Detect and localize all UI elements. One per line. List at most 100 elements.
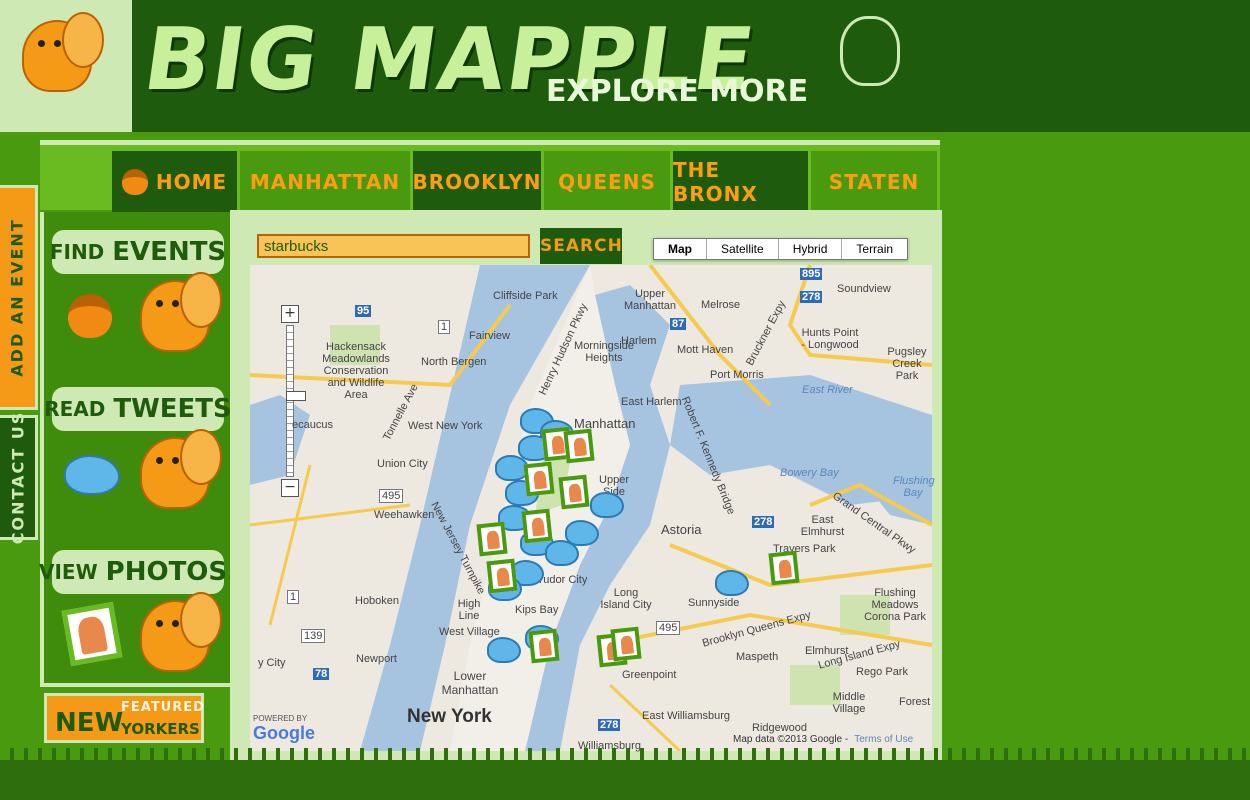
map-label: Weehawken bbox=[374, 509, 435, 521]
map-label: North Bergen bbox=[421, 356, 487, 368]
map-label: Melrose bbox=[701, 299, 741, 311]
map-label-city: New York bbox=[407, 706, 492, 727]
map-label: Cliffside Park bbox=[493, 290, 558, 302]
contact-us-tab[interactable]: CONTACT US bbox=[0, 411, 38, 544]
tab-home[interactable]: HOME bbox=[112, 151, 237, 213]
highway-shield: 1 bbox=[438, 320, 451, 334]
highway-shield: 495 bbox=[379, 489, 404, 503]
read-tweets-small: READ bbox=[44, 397, 106, 421]
read-tweets-button[interactable]: READ TWEETS bbox=[44, 387, 232, 431]
highway-shield: 895 bbox=[800, 268, 823, 280]
map-label: Rego Park bbox=[856, 666, 908, 678]
map-label: Maspeth bbox=[736, 651, 779, 663]
squirrel-icon bbox=[140, 272, 222, 352]
map-label: Ridgewood bbox=[752, 722, 808, 734]
squirrel-icon bbox=[22, 12, 104, 92]
map-label: ecaucus bbox=[292, 419, 333, 431]
bird-icon bbox=[64, 455, 120, 495]
search-input[interactable] bbox=[257, 234, 530, 258]
map-label: Lower Manhattan bbox=[441, 669, 499, 697]
acorn-icon bbox=[121, 169, 148, 195]
photo-marker-icon[interactable] bbox=[610, 626, 642, 662]
map-label: Hunts Point - Longwood bbox=[801, 327, 859, 351]
find-events-big: EVENTS bbox=[112, 237, 227, 267]
tab-label: HOME bbox=[155, 170, 228, 194]
map-label: Hoboken bbox=[355, 595, 400, 607]
zoom-slider-handle[interactable] bbox=[286, 391, 306, 401]
zoom-in-icon[interactable]: + bbox=[281, 305, 299, 323]
photo-marker-icon[interactable] bbox=[521, 508, 553, 544]
zoom-control: + − bbox=[281, 305, 306, 497]
tweet-marker-icon[interactable] bbox=[565, 520, 599, 546]
highway-shield: 1 bbox=[287, 590, 300, 604]
photo-marker-icon[interactable] bbox=[768, 550, 800, 586]
photo-marker-icon[interactable] bbox=[563, 428, 595, 464]
view-photos-small: VIEW bbox=[39, 560, 98, 584]
map-label: Fairview bbox=[469, 330, 510, 342]
squirrel-logo[interactable] bbox=[0, 0, 132, 132]
featured-new: NEW bbox=[55, 708, 124, 738]
tab-label: MANHATTAN bbox=[249, 170, 401, 194]
add-event-label: ADD AN EVENT bbox=[8, 218, 27, 377]
map-type-control: Map Satellite Hybrid Terrain bbox=[653, 238, 909, 260]
featured-new-yorkers-button[interactable]: NEW FEATURED YORKERS bbox=[44, 693, 204, 743]
photo-marker-icon[interactable] bbox=[528, 628, 560, 664]
photo-marker-icon[interactable] bbox=[476, 521, 508, 557]
left-panel: FIND EVENTS READ TWEETS VIEW PHOTOS. bbox=[39, 212, 237, 687]
map-label: Flushing Meadows Corona Park bbox=[864, 587, 926, 623]
map-label: Tudor City bbox=[537, 574, 588, 586]
site-tagline: EXPLORE MORE bbox=[546, 74, 809, 109]
terms-of-use-link[interactable]: Terms of Use bbox=[854, 734, 913, 745]
featured-yorkers: YORKERS bbox=[121, 720, 200, 738]
google-logo[interactable]: POWERED BY Google bbox=[253, 714, 315, 744]
highway-shield: 87 bbox=[670, 318, 687, 330]
tab-manhattan[interactable]: MANHATTAN bbox=[240, 151, 410, 213]
search-button[interactable]: SEARCH bbox=[540, 228, 622, 264]
photo-marker-icon[interactable] bbox=[486, 558, 518, 594]
map-label: Kips Bay bbox=[515, 604, 559, 616]
find-events-button[interactable]: FIND EVENTS bbox=[50, 230, 227, 274]
tweet-marker-icon[interactable] bbox=[590, 492, 624, 518]
map-label: Newport bbox=[356, 653, 397, 665]
zoom-slider[interactable] bbox=[286, 325, 306, 477]
photo-marker-icon[interactable] bbox=[558, 474, 590, 510]
tab-queens[interactable]: QUEENS bbox=[544, 151, 670, 213]
photo-icon bbox=[61, 601, 123, 667]
acorn-icon bbox=[68, 294, 112, 338]
map-label: Pugsley Creek Park bbox=[887, 346, 927, 382]
highway-shield: 278 bbox=[752, 516, 775, 528]
view-photos-illustration bbox=[52, 592, 224, 680]
map-label: West New York bbox=[408, 420, 483, 432]
tab-staten[interactable]: STATEN bbox=[811, 151, 937, 213]
map-type-satellite-button[interactable]: Satellite bbox=[707, 239, 779, 259]
tweet-marker-icon[interactable] bbox=[715, 570, 749, 596]
tab-brooklyn[interactable]: BROOKLYN bbox=[413, 151, 541, 213]
powered-by-label: POWERED BY bbox=[253, 714, 308, 723]
map-type-terrain-button[interactable]: Terrain bbox=[842, 239, 908, 259]
view-photos-big: PHOTOS. bbox=[105, 557, 238, 587]
map-type-hybrid-button[interactable]: Hybrid bbox=[778, 239, 843, 259]
tab-label: QUEENS bbox=[558, 170, 656, 194]
map-type-map-button[interactable]: Map bbox=[654, 239, 707, 259]
map-label: East Elmhurst bbox=[800, 514, 845, 538]
highway-shield: 278 bbox=[800, 291, 823, 303]
map-label: Upper Manhattan bbox=[624, 288, 676, 312]
map-label: Greenpoint bbox=[622, 669, 677, 681]
read-tweets-illustration bbox=[52, 429, 224, 517]
highway-shield: 278 bbox=[598, 719, 621, 731]
tab-label: BROOKLYN bbox=[412, 170, 542, 194]
google-wordmark: Google bbox=[253, 723, 315, 743]
tweet-marker-icon[interactable] bbox=[487, 637, 521, 663]
map-label: Astoria bbox=[661, 522, 702, 537]
map-label: West Village bbox=[439, 626, 500, 638]
tab-the-bronx[interactable]: THE BRONX bbox=[673, 151, 808, 213]
read-tweets-big: TWEETS bbox=[113, 394, 232, 424]
map-label: Long Island City bbox=[600, 587, 652, 611]
add-event-tab[interactable]: ADD AN EVENT bbox=[0, 185, 38, 410]
view-photos-button[interactable]: VIEW PHOTOS. bbox=[39, 550, 237, 594]
map-label: Sunnyside bbox=[688, 597, 740, 609]
photo-marker-icon[interactable] bbox=[523, 461, 555, 497]
zoom-out-icon[interactable]: − bbox=[281, 479, 299, 497]
map-label: East River bbox=[802, 384, 853, 396]
squirrel-icon bbox=[140, 592, 222, 672]
